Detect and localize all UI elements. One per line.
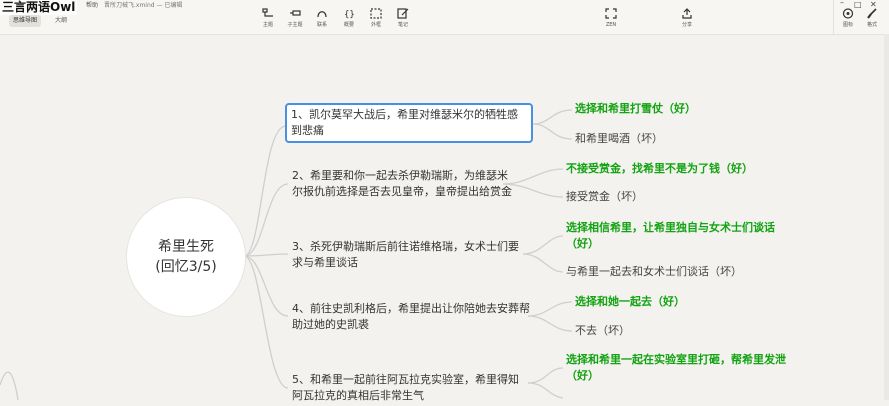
topic-2[interactable]: 2、希里要和你一起去杀伊勒瑞斯，为维瑟米尔报仇前选择是否去见皇帝，皇帝提出给赏金 <box>288 166 522 202</box>
central-topic[interactable]: 希里生死 (回忆3/5) <box>126 197 246 317</box>
central-subtitle: (回忆3/5) <box>155 259 217 275</box>
option-good[interactable]: 选择和希里打雪仗（好） <box>575 101 696 117</box>
option-bad[interactable]: 不去（坏） <box>575 323 630 339</box>
option-bad[interactable]: 接受赏金（坏） <box>566 189 643 205</box>
topic-3[interactable]: 3、杀死伊勒瑞斯后前往诺维格瑞，女术士们要求与希里谈话 <box>288 237 532 273</box>
option-bad[interactable]: 与希里一起去和女术士们谈话（坏） <box>566 264 742 280</box>
option-good[interactable]: 选择相信希里，让希里独自与女术士们谈话（好） <box>566 220 796 252</box>
option-good[interactable]: 选择和希里一起在实验室里打砸，帮希里发泄（好） <box>566 352 806 384</box>
topic-1[interactable]: 1、凯尔莫罕大战后，希里对维瑟米尔的牺牲感到悲痛 <box>285 103 533 143</box>
vertical-scrollbar[interactable] <box>884 34 889 400</box>
option-bad[interactable]: 和希里喝酒（坏） <box>575 131 663 147</box>
topic-5[interactable]: 5、和希里一起前往阿瓦拉克实验室，希里得知阿瓦拉克的真相后非常生气 <box>288 370 532 406</box>
option-good[interactable]: 选择和她一起去（好） <box>575 294 685 310</box>
option-good[interactable]: 不接受赏金，找希里不是为了钱（好） <box>566 161 753 177</box>
topic-4[interactable]: 4、前往史凯利格后，希里提出让你陪她去安葬帮助过她的史凯裘 <box>288 299 540 335</box>
central-title: 希里生死 <box>158 239 214 255</box>
